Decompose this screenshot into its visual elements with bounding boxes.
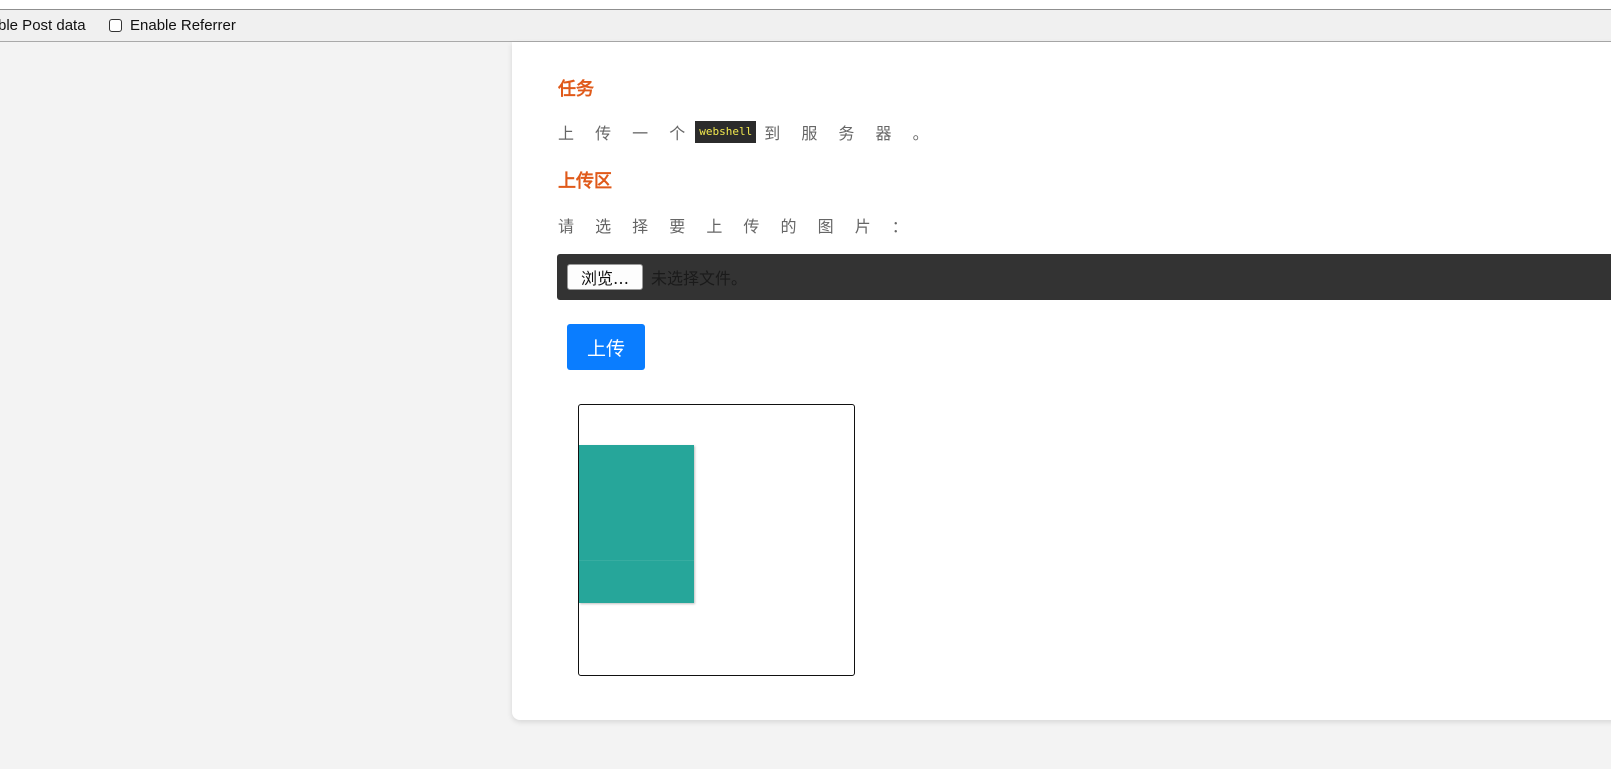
preview-image	[579, 445, 694, 603]
task-suffix-text: 到 服 务 器 。	[764, 124, 937, 143]
checkbox-unchecked-icon[interactable]	[109, 19, 122, 32]
browse-button[interactable]: 浏览…	[567, 264, 643, 290]
task-heading: 任务	[558, 79, 594, 100]
upload-heading: 上传区	[558, 171, 612, 192]
post-data-toggle[interactable]: ble Post data	[0, 10, 86, 41]
referrer-toggle[interactable]: Enable Referrer	[109, 10, 236, 41]
task-prefix-text: 上 传 一 个	[558, 124, 694, 143]
file-input[interactable]: 浏览… 未选择文件。	[557, 254, 1611, 300]
no-file-selected-text: 未选择文件。	[651, 269, 748, 288]
webshell-code: webshell	[695, 121, 757, 143]
upload-prompt: 请 选 择 要 上 传 的 图 片 ：	[558, 213, 916, 237]
upload-button[interactable]: 上传	[567, 324, 645, 370]
upload-prompt-text: 请 选 择 要 上 传 的 图 片 ：	[558, 217, 916, 236]
referrer-label: Enable Referrer	[130, 17, 236, 34]
preview-image-divider	[579, 560, 694, 561]
post-data-label: ble Post data	[0, 17, 86, 34]
main-content-card: 任务 上 传 一 个 webshell 到 服 务 器 。 上传区 请 选 择 …	[512, 42, 1611, 720]
image-preview-box	[578, 404, 855, 676]
hackbar-toolbar: ble Post data Enable Referrer	[0, 10, 1611, 42]
task-description: 上 传 一 个 webshell 到 服 务 器 。	[558, 120, 937, 144]
browser-top-edge	[0, 0, 1611, 10]
